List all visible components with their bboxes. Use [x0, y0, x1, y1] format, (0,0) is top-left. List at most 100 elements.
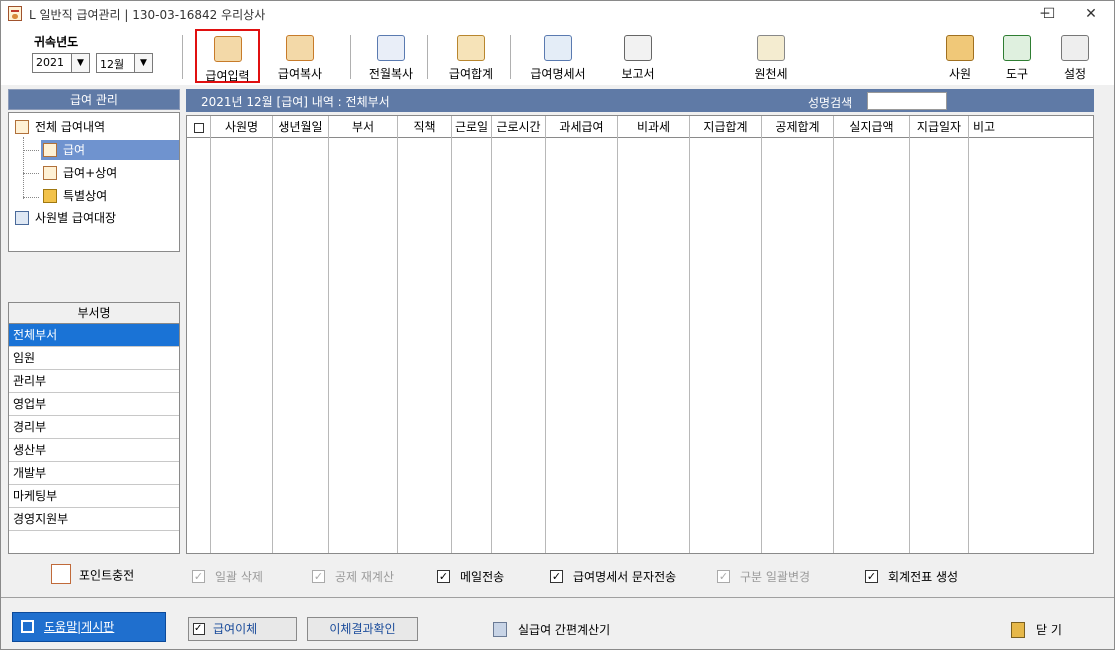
- content-title: 2021년 12월 [급여] 내역 : 전체부서: [201, 95, 390, 109]
- bulk-delete-option[interactable]: ✓ 일괄 삭제: [192, 568, 263, 586]
- calendar-icon: [43, 142, 57, 157]
- pay-transfer-button[interactable]: ✓ 급여이체: [188, 617, 297, 641]
- tree-node-label: 급여: [63, 143, 86, 157]
- app-window: L 일반직 급여관리 | 130-03-16842 우리상사 ─ ☐ ✕ 귀속년…: [0, 0, 1115, 650]
- ledger-icon: [15, 210, 29, 225]
- column-header[interactable]: 지급일자: [910, 116, 968, 138]
- tool-button[interactable]: 도구: [990, 27, 1044, 85]
- accounting-voucher-option[interactable]: ✓ 회계전표 생성: [865, 568, 958, 586]
- maximize-button[interactable]: ☐: [1026, 1, 1072, 27]
- bulk-category-change-option[interactable]: ✓ 구분 일괄변경: [717, 568, 810, 586]
- dept-item[interactable]: 경리부: [9, 416, 179, 439]
- search-icon: [21, 620, 34, 633]
- calendar-icon: [43, 165, 57, 180]
- grid-column: 공제합계: [762, 116, 834, 553]
- dept-item[interactable]: 생산부: [9, 439, 179, 462]
- close-window-button[interactable]: ✕: [1068, 1, 1114, 27]
- pay-tree: 전체 급여내역 급여 급여+상여 특별상여 사원별 급여대장: [8, 112, 180, 252]
- window-title: L 일반직 급여관리 | 130-03-16842 우리상사: [29, 8, 266, 22]
- tree-node-label: 급여+상여: [63, 166, 118, 180]
- payslip-label: 급여명세서: [530, 67, 586, 81]
- point-charge-button[interactable]: 포인트충전: [51, 564, 135, 584]
- column-header[interactable]: 근로일: [452, 116, 491, 138]
- report-button[interactable]: 보고서: [607, 27, 669, 85]
- deduction-recalc-option[interactable]: ✓ 공제 재계산: [312, 568, 394, 586]
- tree-node-employee-ledger[interactable]: 사원별 급여대장: [15, 208, 116, 228]
- mail-send-option[interactable]: ✓ 메일전송: [437, 568, 504, 586]
- payslip-mail-icon: [544, 35, 572, 61]
- tree-node-pay-bonus[interactable]: 급여+상여: [43, 163, 117, 183]
- bottom-bar: 도움말|게시판 ✓ 급여이체 이체결과확인 실급여 간편계산기 닫 기: [1, 598, 1114, 650]
- options-bar: 포인트충전 ✓ 일괄 삭제 ✓ 공제 재계산 ✓ 메일전송 ✓ 급여명세서 문자전송 ✓…: [1, 559, 1114, 595]
- tree-node-label: 전체 급여내역: [35, 120, 106, 134]
- tree-node-special-bonus[interactable]: 특별상여: [43, 186, 107, 206]
- pay-transfer-checkbox[interactable]: ✓: [193, 622, 205, 635]
- withholding-tax-button[interactable]: 원천세: [739, 27, 803, 85]
- help-board-button[interactable]: 도움말|게시판: [12, 612, 166, 642]
- grid-column: 비과세: [618, 116, 690, 553]
- dept-item[interactable]: 임원: [9, 347, 179, 370]
- column-header[interactable]: 과세급여: [546, 116, 617, 138]
- toolbar-separator: [510, 35, 511, 79]
- column-header[interactable]: 생년월일: [273, 116, 328, 138]
- column-header[interactable]: 실지급액: [834, 116, 909, 138]
- pay-grid: 사원명 생년월일 부서 직책 근로일 근로시간 과세급여 비과세 지급합계 공제…: [186, 115, 1094, 554]
- net-pay-calculator-button[interactable]: 실급여 간편계산기: [493, 621, 610, 638]
- column-header[interactable]: 지급합계: [690, 116, 761, 138]
- close-label: 닫 기: [1036, 623, 1062, 637]
- dept-item[interactable]: 개발부: [9, 462, 179, 485]
- column-header[interactable]: 근로시간: [492, 116, 545, 138]
- column-header[interactable]: 공제합계: [762, 116, 833, 138]
- chevron-down-icon: ▼: [134, 54, 152, 72]
- payslip-sms-checkbox[interactable]: ✓: [550, 570, 563, 583]
- pay-input-icon: [213, 36, 242, 62]
- dept-item[interactable]: 영업부: [9, 393, 179, 416]
- option-label: 급여명세서 문자전송: [573, 570, 677, 584]
- column-header[interactable]: 부서: [329, 116, 397, 138]
- deduction-recalc-checkbox[interactable]: ✓: [312, 570, 325, 583]
- dept-item[interactable]: 경영지원부: [9, 508, 179, 531]
- dept-item[interactable]: 전체부서: [9, 324, 179, 347]
- grid-column: 지급일자: [910, 116, 969, 553]
- pay-copy-icon: [286, 35, 314, 61]
- name-search-input[interactable]: [867, 92, 947, 110]
- mail-send-checkbox[interactable]: ✓: [437, 570, 450, 583]
- column-header[interactable]: 비고: [969, 116, 1093, 138]
- transfer-result-button[interactable]: 이체결과확인: [307, 617, 418, 641]
- dept-item[interactable]: 마케팅부: [9, 485, 179, 508]
- withholding-tax-icon: [757, 35, 785, 61]
- grid-column: 과세급여: [546, 116, 618, 553]
- select-all-header[interactable]: [187, 116, 210, 138]
- dept-item[interactable]: 관리부: [9, 370, 179, 393]
- tree-node-all-pay[interactable]: 전체 급여내역: [15, 117, 105, 137]
- calendar-icon: [15, 119, 29, 134]
- close-button[interactable]: 닫 기: [1011, 621, 1062, 639]
- settings-button[interactable]: 설정: [1048, 27, 1102, 85]
- tree-line: [23, 173, 39, 174]
- option-label: 메일전송: [460, 570, 505, 584]
- tree-node-pay[interactable]: 급여: [41, 140, 179, 160]
- point-charge-label: 포인트충전: [79, 568, 135, 583]
- help-board-label: 도움말|게시판: [44, 620, 115, 634]
- pay-copy-button[interactable]: 급여복사: [267, 27, 333, 85]
- payslip-button[interactable]: 급여명세서: [521, 27, 595, 85]
- chevron-down-icon: ▼: [71, 54, 89, 72]
- coins-icon: [43, 188, 57, 203]
- app-icon: [8, 6, 22, 21]
- select-all-checkbox[interactable]: [193, 122, 204, 133]
- pay-input-label: 급여입력: [205, 69, 250, 83]
- prev-month-copy-button[interactable]: 전월복사: [359, 27, 423, 85]
- grid-column: 실지급액: [834, 116, 910, 553]
- accounting-voucher-checkbox[interactable]: ✓: [865, 570, 878, 583]
- column-header[interactable]: 사원명: [211, 116, 272, 138]
- column-header[interactable]: 직책: [398, 116, 451, 138]
- bulk-category-change-checkbox[interactable]: ✓: [717, 570, 730, 583]
- pay-input-button[interactable]: 급여입력: [195, 29, 260, 83]
- bulk-delete-checkbox[interactable]: ✓: [192, 570, 205, 583]
- year-select[interactable]: 2021 ▼: [32, 53, 90, 73]
- payslip-sms-option[interactable]: ✓ 급여명세서 문자전송: [550, 568, 676, 586]
- month-select[interactable]: 12월 ▼: [96, 53, 153, 73]
- pay-sum-button[interactable]: 급여합계: [439, 27, 503, 85]
- employee-button[interactable]: 사원: [933, 27, 987, 85]
- column-header[interactable]: 비과세: [618, 116, 689, 138]
